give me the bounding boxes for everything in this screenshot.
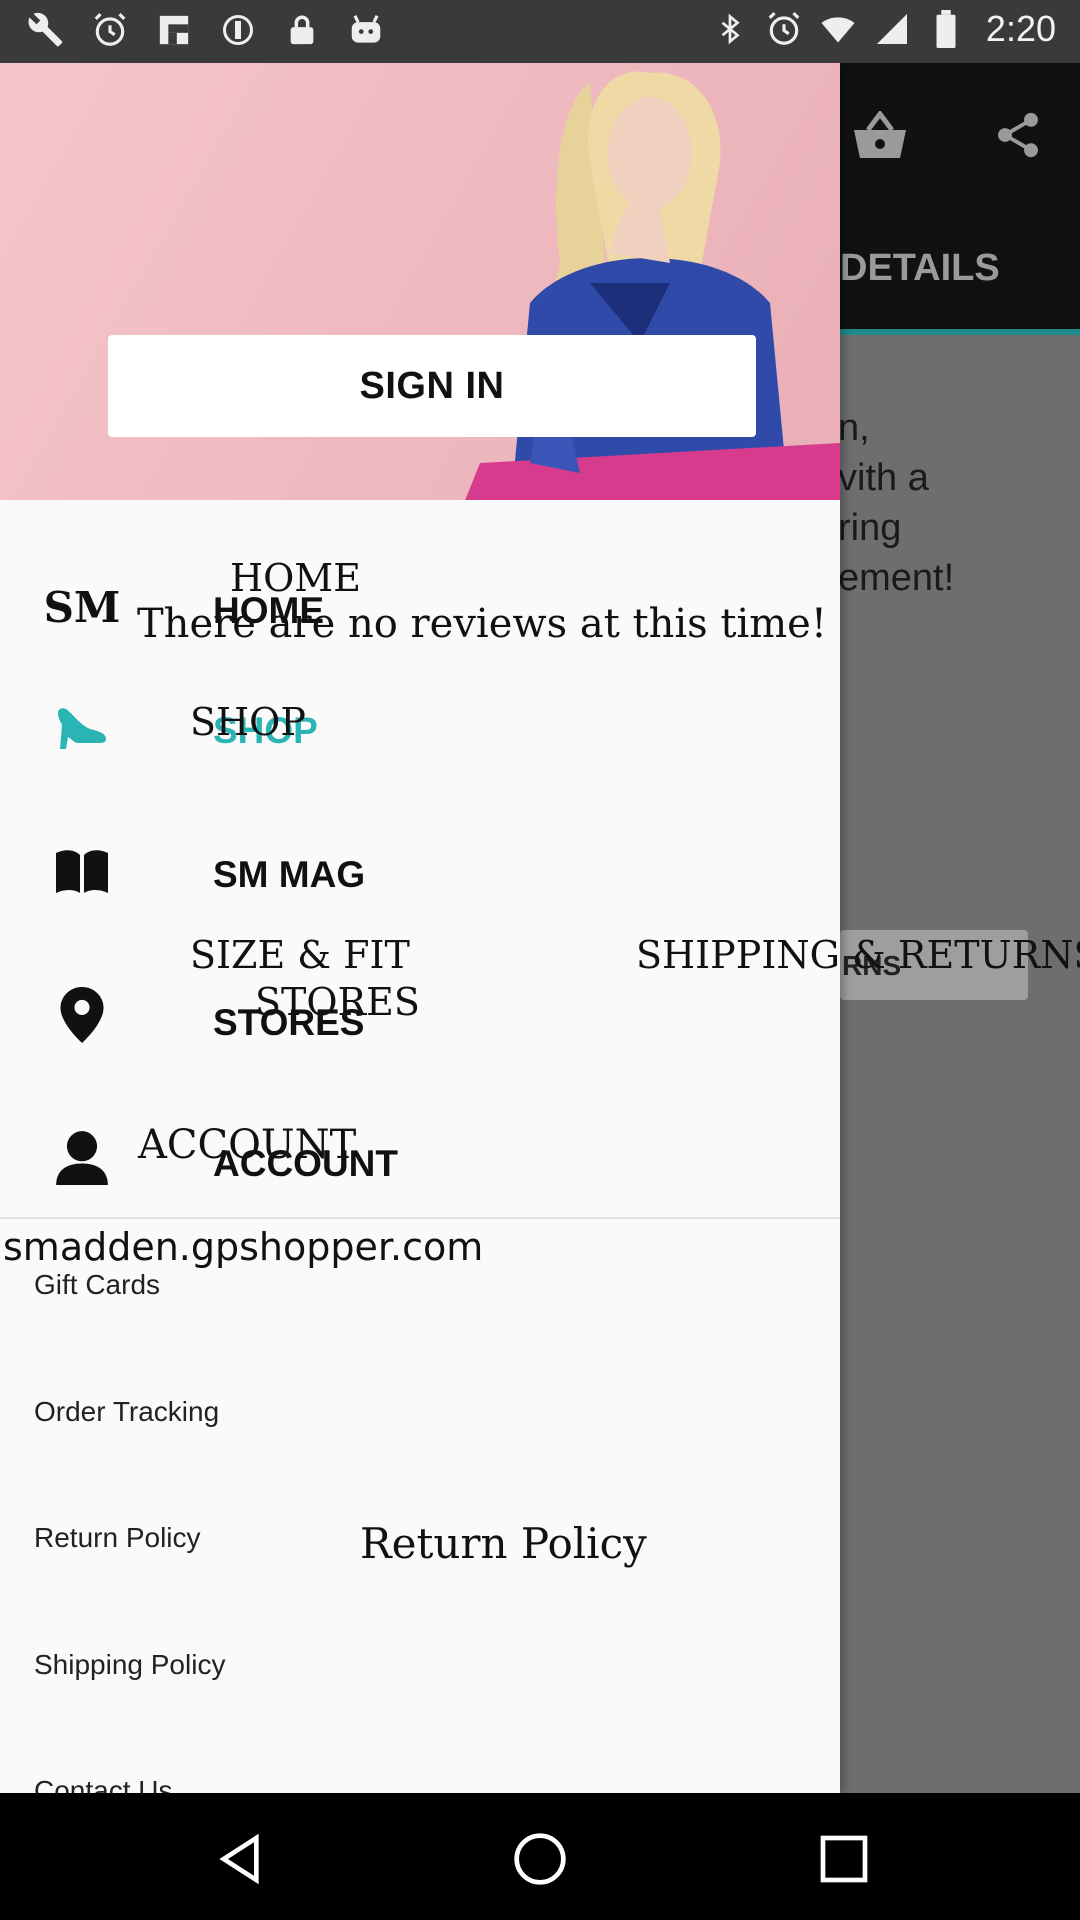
nav-item-stores[interactable]: STORES [0,987,840,1087]
alarm-icon [764,9,804,49]
nav-item-shop[interactable]: SHOP [0,699,840,799]
battery-icon [926,9,966,49]
bluetooth-icon [710,9,750,49]
book-icon [54,843,110,899]
signal-icon [872,9,912,49]
nav-item-sm-mag[interactable]: SM MAG [0,843,840,943]
product-description: n, vith a ring ement! [838,407,955,599]
home-icon[interactable] [512,1831,568,1887]
flipboard-icon [154,10,194,50]
overlay-account: ACCOUNT [138,1122,357,1168]
link-return-policy[interactable]: Return Policy [34,1522,201,1554]
overlay-size-fit: SIZE & FIT [190,933,410,977]
nav-item-account[interactable]: ACCOUNT [0,1129,840,1229]
drawer-divider [0,1217,840,1219]
link-order-tracking[interactable]: Order Tracking [34,1396,219,1428]
overlay-domain: smadden.gpshopper.com [3,1225,484,1269]
back-icon[interactable] [212,1831,268,1887]
link-shipping-policy[interactable]: Shipping Policy [34,1649,225,1681]
system-navigation-bar [0,1793,1080,1920]
sm-logo-icon: SM [43,582,121,632]
settings-icon [218,10,258,50]
alarm-icon [90,10,130,50]
no-reviews-message: There are no reviews at this time! [137,601,827,647]
high-heel-icon [54,699,110,755]
nav-item-sm-mag-label: SM MAG [213,854,366,895]
overlay-home: HOME [230,556,361,600]
wifi-icon [818,9,858,49]
status-bar: 2:20 [0,0,1080,63]
link-contact-us[interactable]: Contact Us [34,1775,173,1793]
status-time: 2:20 [985,8,1056,49]
overlay-shipping-returns: SHIPPING & RETURNS [636,933,1080,977]
overlay-stores: STORES [255,980,420,1024]
basket-icon[interactable] [852,111,908,161]
overlay-return-policy: Return Policy [360,1519,647,1568]
android-icon [346,10,386,50]
share-icon[interactable] [992,107,1044,163]
link-gift-cards[interactable]: Gift Cards [34,1269,160,1301]
recents-icon[interactable] [816,1831,872,1887]
lock-icon [282,10,322,50]
drawer-hero-image: SIGN IN [0,63,840,500]
location-pin-icon [54,987,110,1043]
wrench-icon [26,10,66,50]
tab-details[interactable]: DETAILS [840,247,1000,290]
overlay-shop: SHOP [190,700,306,744]
sign-in-button[interactable]: SIGN IN [108,335,756,437]
person-icon [54,1129,110,1185]
